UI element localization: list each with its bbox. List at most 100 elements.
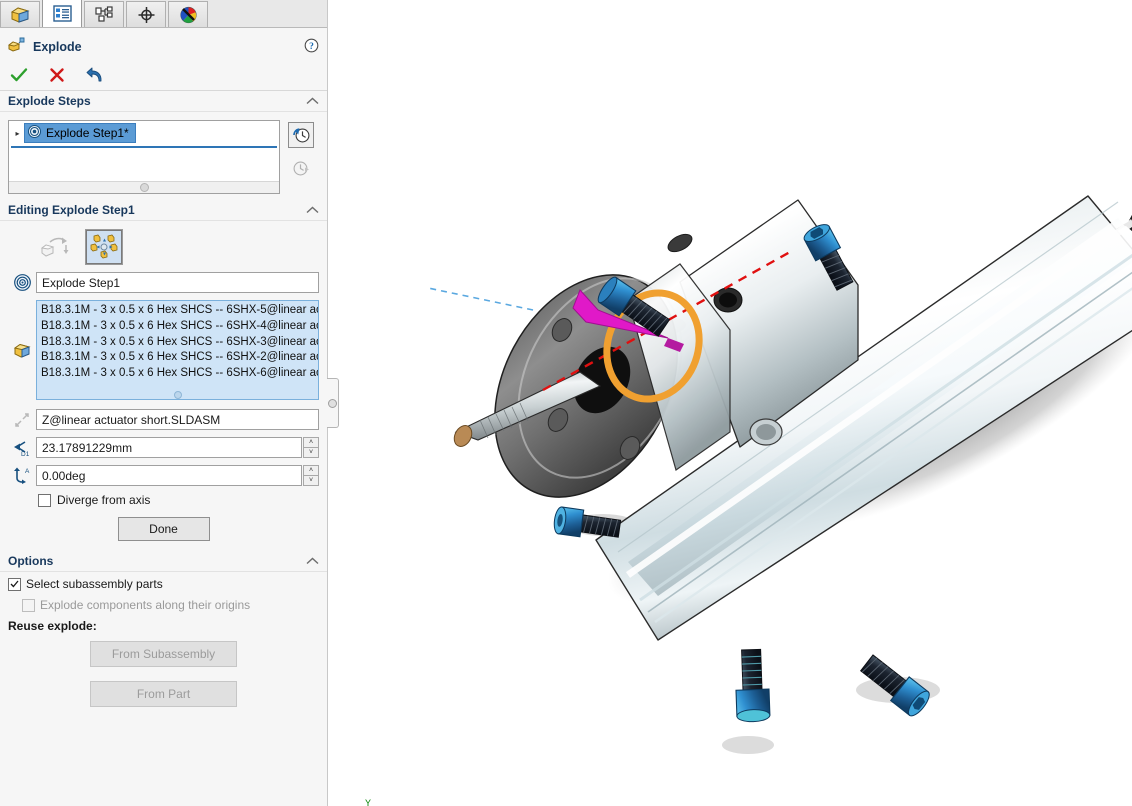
explode-step-icon [8, 274, 36, 291]
reuse-explode-label: Reuse explode: [8, 619, 319, 633]
explode-origins-row: Explode components along their origins [22, 598, 319, 612]
distance-spinner[interactable]: ˄ ˅ [303, 437, 319, 458]
feature-manager-tab[interactable] [0, 1, 40, 27]
explode-steps-area: ▸ Explode Step1* [0, 112, 327, 200]
direction-field-row: Z@linear actuator short.SLDASM [8, 409, 319, 430]
property-manager-tab[interactable] [42, 0, 82, 27]
svg-text:D1: D1 [21, 451, 30, 457]
editing-step-body: Explode Step1 B18.3.1M - 3 x 0.5 x 6 Hex… [0, 221, 327, 551]
graphics-viewport[interactable]: Y X Z [328, 0, 1132, 806]
spinner-down-button[interactable]: ˅ [303, 475, 319, 486]
property-manager-panel: Explode ? [0, 0, 328, 806]
done-button-wrap: Done [8, 517, 319, 541]
scrollbar-grip[interactable] [140, 183, 149, 192]
list-item[interactable]: B18.3.1M - 3 x 0.5 x 6 Hex SHCS -- 6SHX-… [37, 366, 318, 382]
triad-y-axis: Y [364, 798, 372, 806]
step-name-value: Explode Step1 [42, 276, 120, 290]
panel-splitter-handle[interactable] [327, 378, 339, 428]
display-manager-tab[interactable] [168, 1, 208, 27]
spinner-down-button[interactable]: ˅ [303, 447, 319, 458]
explode-direction-icon [8, 411, 36, 429]
regular-step-button[interactable] [38, 231, 72, 263]
property-manager-actions [0, 60, 327, 91]
editing-step-group-header[interactable]: Editing Explode Step1 [0, 200, 327, 221]
solidworks-window: Explode ? [0, 0, 1132, 806]
distance-value: 23.17891229mm [42, 441, 132, 455]
property-manager-title-bar: Explode ? [0, 33, 327, 60]
options-group-header[interactable]: Options [0, 551, 327, 572]
spinner-up-button[interactable]: ˄ [303, 465, 319, 475]
diverge-from-axis-label: Diverge from axis [57, 493, 150, 507]
select-subassembly-checkbox[interactable] [8, 578, 21, 591]
scrollbar-grip[interactable] [174, 391, 182, 399]
explode-steps-list[interactable]: ▸ Explode Step1* [8, 120, 280, 194]
svg-text:A: A [25, 468, 30, 475]
page-title: Explode [33, 40, 82, 54]
model-scene [328, 0, 1132, 806]
components-listbox[interactable]: B18.3.1M - 3 x 0.5 x 6 Hex SHCS -- 6SHX-… [36, 300, 319, 400]
chevron-up-icon[interactable] [306, 554, 319, 568]
distance-input[interactable]: 23.17891229mm [36, 437, 302, 458]
cancel-x-button[interactable] [46, 64, 68, 86]
done-button[interactable]: Done [118, 517, 210, 541]
step-name-input[interactable]: Explode Step1 [36, 272, 319, 293]
svg-text:?: ? [309, 42, 314, 52]
components-field-row: B18.3.1M - 3 x 0.5 x 6 Hex SHCS -- 6SHX-… [8, 300, 319, 400]
diverge-from-axis-checkbox[interactable] [38, 494, 51, 507]
list-item[interactable]: B18.3.1M - 3 x 0.5 x 6 Hex SHCS -- 6SHX-… [37, 319, 318, 335]
exploded-screw[interactable] [735, 649, 770, 722]
list-item[interactable]: B18.3.1M - 3 x 0.5 x 6 Hex SHCS -- 6SHX-… [37, 350, 318, 366]
radial-step-button[interactable] [86, 230, 122, 264]
property-list-icon [53, 5, 72, 22]
dimxpert-manager-tab[interactable] [126, 1, 166, 27]
from-subassembly-button[interactable]: From Subassembly [90, 641, 237, 667]
feature-tree-icon [10, 6, 30, 24]
step-name-field-row: Explode Step1 [8, 272, 319, 293]
options-group-title: Options [8, 554, 53, 568]
spinner-up-button[interactable]: ˄ [303, 437, 319, 447]
manager-tab-strip [0, 0, 327, 28]
angle-spinner[interactable]: ˄ ˅ [303, 465, 319, 486]
chevron-up-icon[interactable] [306, 94, 319, 108]
editing-step-group-title: Editing Explode Step1 [8, 203, 135, 217]
configuration-icon [94, 6, 114, 23]
explode-angle-icon: A [8, 467, 36, 485]
explode-step-underline [11, 146, 277, 148]
components-cube-icon [8, 341, 36, 359]
list-item[interactable]: B18.3.1M - 3 x 0.5 x 6 Hex SHCS -- 6SHX-… [37, 303, 318, 319]
help-question-icon[interactable]: ? [304, 38, 319, 56]
color-wheel-icon [179, 6, 198, 24]
undo-arrow-button[interactable] [84, 64, 106, 86]
direction-reference-value: Z@linear actuator short.SLDASM [42, 413, 220, 427]
from-part-button[interactable]: From Part [90, 681, 237, 707]
options-body: Select subassembly parts Explode compone… [0, 572, 327, 707]
angle-value: 0.00deg [42, 469, 85, 483]
explode-origins-checkbox [22, 599, 35, 612]
list-item[interactable]: B18.3.1M - 3 x 0.5 x 6 Hex SHCS -- 6SHX-… [37, 335, 318, 351]
explode-distance-icon: D1 [8, 439, 36, 457]
angle-input[interactable]: 0.00deg [36, 465, 302, 486]
explode-step-chip[interactable]: Explode Step1* [24, 123, 136, 143]
explode-step-label: Explode Step1* [46, 126, 129, 140]
explode-icon [8, 37, 26, 56]
expand-triangle-icon[interactable]: ▸ [11, 129, 24, 138]
explode-steps-horizontal-scrollbar[interactable] [9, 181, 279, 193]
explode-step-row[interactable]: ▸ Explode Step1* [11, 123, 279, 143]
select-subassembly-row[interactable]: Select subassembly parts [8, 577, 319, 591]
angle-field-row: A 0.00deg ˄ ˅ [8, 465, 319, 486]
undo-explode-step-button[interactable] [288, 122, 314, 148]
checkmark-icon [10, 580, 19, 588]
chevron-up-icon[interactable] [306, 203, 319, 217]
select-subassembly-label: Select subassembly parts [26, 577, 163, 591]
splitter-grip-dot [328, 399, 337, 408]
reference-axis-line [428, 288, 533, 310]
explode-steps-side-buttons [288, 120, 314, 194]
direction-reference-input[interactable]: Z@linear actuator short.SLDASM [36, 409, 319, 430]
diverge-from-axis-row[interactable]: Diverge from axis [38, 493, 319, 507]
distance-field-row: D1 23.17891229mm ˄ ˅ [8, 437, 319, 458]
explode-step-icon [28, 125, 41, 141]
explode-steps-group-header[interactable]: Explode Steps [0, 91, 327, 112]
ok-checkmark-button[interactable] [8, 64, 30, 86]
configuration-manager-tab[interactable] [84, 1, 124, 27]
components-horizontal-scrollbar[interactable] [37, 390, 318, 399]
